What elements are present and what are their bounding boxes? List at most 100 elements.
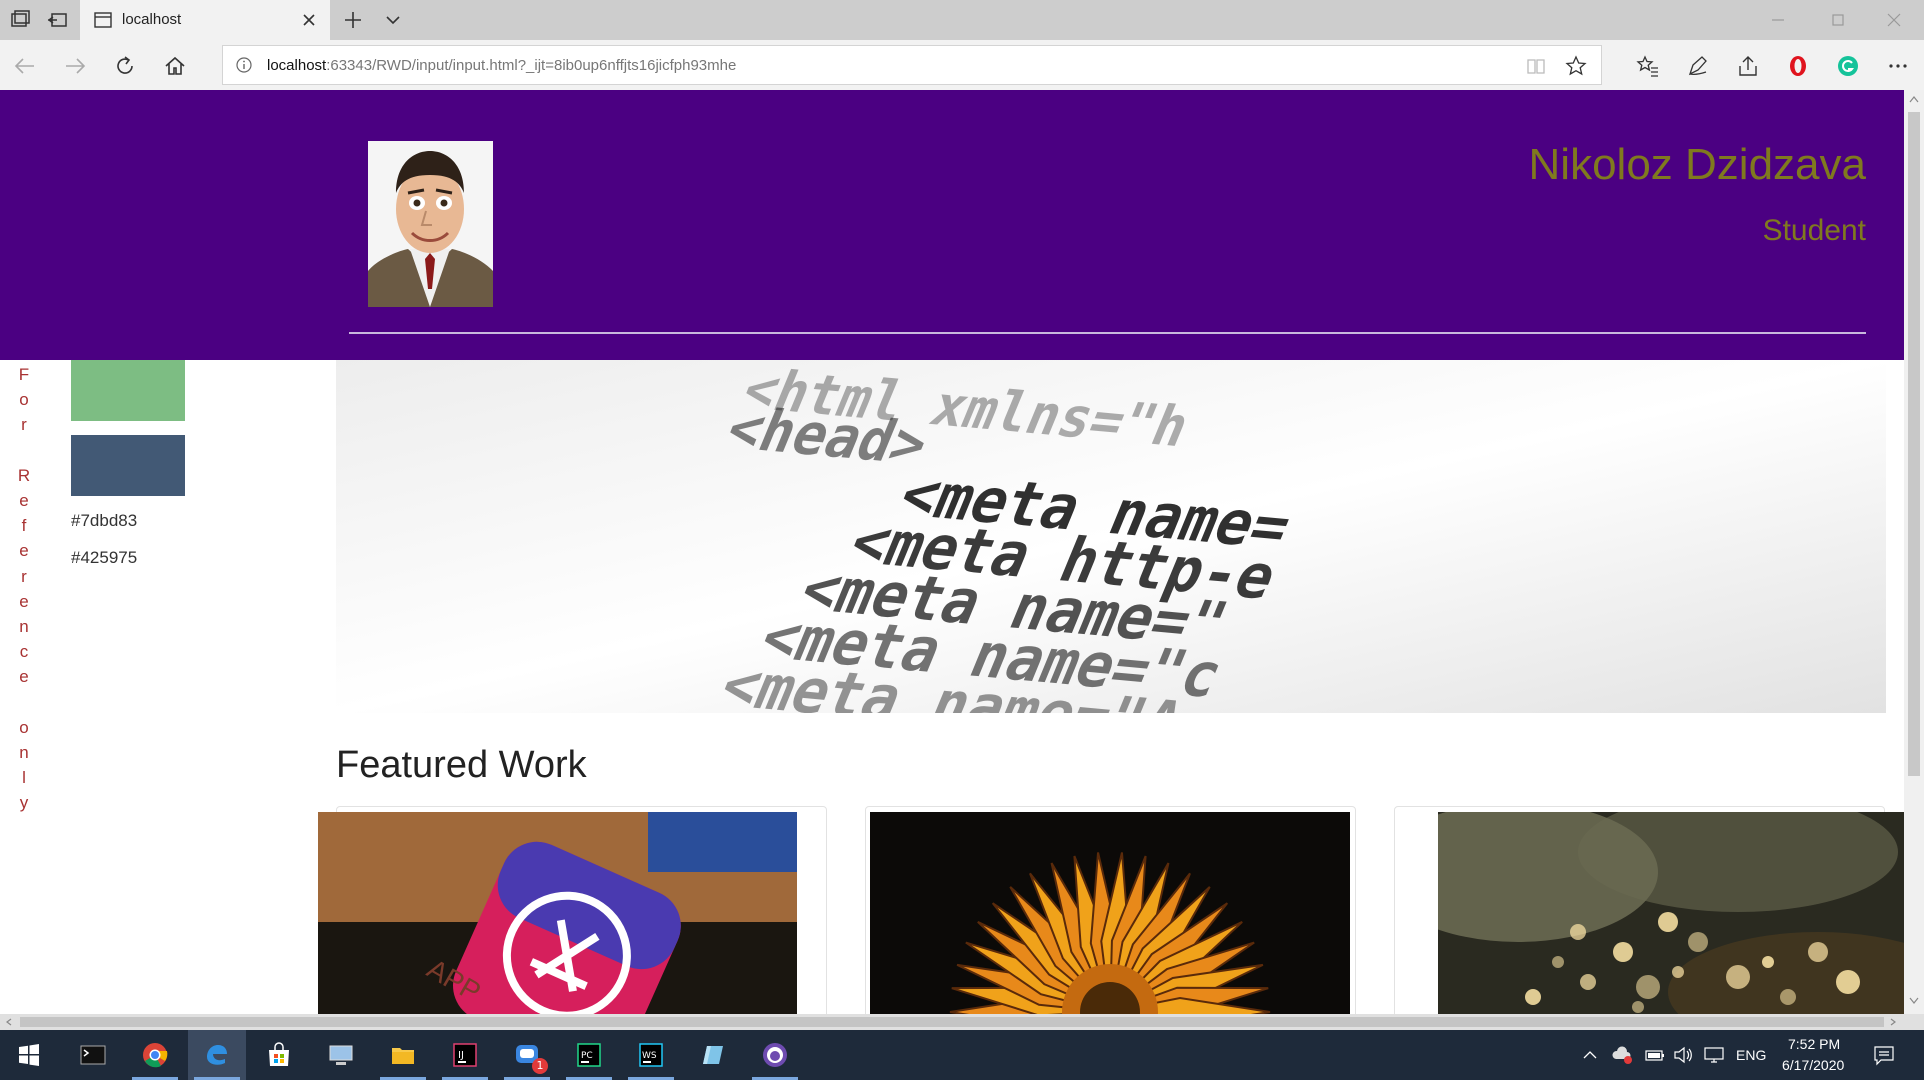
work-image-app-store[interactable]: APP	[318, 812, 797, 1014]
swatch-label-blue: #425975	[71, 548, 138, 567]
work-image-bokeh[interactable]	[1438, 812, 1904, 1014]
site-owner-name: Nikoloz Dzidzava	[1528, 140, 1866, 189]
bokeh-light	[1552, 956, 1564, 968]
refresh-icon[interactable]	[112, 53, 138, 79]
taskbar-file-explorer[interactable]	[374, 1030, 432, 1080]
folder-icon	[392, 1048, 414, 1064]
hero-code-graphic: <html xmlns="h <head> <meta name= <meta …	[336, 360, 1886, 713]
star-icon[interactable]	[1565, 55, 1587, 77]
scroll-left-icon[interactable]	[4, 1017, 14, 1027]
featured-work-heading: Featured Work	[336, 744, 587, 786]
windows-logo-icon	[19, 1044, 39, 1066]
bokeh-light	[1762, 956, 1774, 968]
close-tab-icon[interactable]	[298, 9, 320, 31]
scroll-right-icon[interactable]	[1888, 1017, 1898, 1027]
bokeh-light	[1688, 932, 1708, 952]
home-icon[interactable]	[162, 53, 188, 79]
profile-photo	[368, 141, 493, 307]
bokeh-light	[1808, 942, 1828, 962]
favorites-icon[interactable]	[1636, 54, 1660, 78]
pycharm-icon: PC	[577, 1043, 601, 1067]
share-icon[interactable]	[1736, 54, 1760, 78]
terminal-icon	[80, 1045, 106, 1065]
taskbar-edge[interactable]	[188, 1030, 246, 1080]
hero-image: <html xmlns="h <head> <meta name= <meta …	[336, 360, 1886, 713]
header-divider	[349, 332, 1866, 334]
scroll-down-icon[interactable]	[1908, 996, 1920, 1006]
bokeh-light	[1658, 912, 1678, 932]
computer-icon	[329, 1045, 353, 1065]
pen-icon[interactable]	[1686, 54, 1710, 78]
avatar	[368, 141, 493, 307]
taskbar-webstorm[interactable]: WS	[622, 1030, 680, 1080]
bokeh-light	[1580, 974, 1596, 990]
svg-text:IJ: IJ	[458, 1050, 464, 1061]
minimize-icon[interactable]	[1758, 6, 1798, 34]
taskbar-pycharm[interactable]: PC	[560, 1030, 618, 1080]
new-tab-icon[interactable]	[340, 8, 366, 32]
forward-arrow-icon[interactable]	[62, 53, 88, 79]
windows-taskbar: IJ 1 PC WS ENG 7:52 PM 6/17/2020	[0, 1030, 1924, 1080]
swatch-label-green: #7dbd83	[71, 511, 138, 530]
scroll-up-icon[interactable]	[1908, 94, 1920, 104]
bokeh-light	[1636, 975, 1660, 999]
browser-tab-bar: localhost	[0, 0, 1924, 40]
volume-icon[interactable]	[1672, 1045, 1694, 1065]
clock-date[interactable]: 6/17/2020	[1782, 1057, 1844, 1073]
restore-icon[interactable]	[1818, 6, 1858, 34]
svg-text:PC: PC	[581, 1051, 593, 1061]
horizontal-scroll-thumb[interactable]	[20, 1017, 1884, 1027]
bokeh-light	[1836, 970, 1860, 994]
action-center-icon[interactable]	[1872, 1044, 1896, 1066]
clock-time[interactable]: 7:52 PM	[1788, 1036, 1840, 1052]
chevron-up-icon[interactable]	[1582, 1048, 1598, 1062]
url-host: localhost	[267, 57, 327, 74]
taskbar-terminal[interactable]	[64, 1030, 122, 1080]
input-language[interactable]: ENG	[1736, 1047, 1766, 1063]
edge-icon	[207, 1045, 227, 1065]
url-text[interactable]: localhost:63343/RWD/input/input.html?_ij…	[267, 57, 736, 74]
onedrive-error-icon[interactable]	[1612, 1045, 1634, 1065]
vertical-scroll-thumb[interactable]	[1908, 112, 1920, 776]
bokeh-light	[1672, 966, 1684, 978]
bokeh-light	[1726, 965, 1750, 989]
store-icon	[269, 1042, 289, 1066]
chevron-down-icon[interactable]	[380, 8, 406, 32]
bokeh-light	[1570, 924, 1586, 940]
tab-set-aside-icon[interactable]	[8, 8, 32, 32]
opera-icon[interactable]	[1786, 54, 1810, 78]
color-swatch-green	[71, 360, 185, 421]
start-button[interactable]	[0, 1030, 58, 1080]
taskbar-messenger[interactable]: 1	[498, 1030, 556, 1080]
taskbar-intellij[interactable]: IJ	[436, 1030, 494, 1080]
back-arrow-icon[interactable]	[12, 53, 38, 79]
intellij-icon: IJ	[453, 1043, 477, 1067]
github-icon	[763, 1043, 787, 1067]
color-swatch-blue	[71, 435, 185, 496]
notification-badge: 1	[532, 1058, 548, 1074]
grammarly-icon[interactable]	[1836, 54, 1860, 78]
taskbar-computer[interactable]	[312, 1030, 370, 1080]
info-icon[interactable]	[235, 56, 253, 74]
site-header: Nikoloz Dzidzava Student	[0, 90, 1904, 360]
page-icon	[94, 12, 112, 28]
tab-title: localhost	[122, 11, 182, 28]
reading-view-icon[interactable]	[1525, 55, 1547, 77]
taskbar-notes[interactable]	[684, 1030, 742, 1080]
work-image-flower[interactable]	[870, 812, 1350, 1014]
vertical-scrollbar[interactable]	[1904, 90, 1924, 1014]
page-viewport: Nikoloz Dzidzava Student F o r R e f e r…	[0, 90, 1904, 1014]
close-window-icon[interactable]	[1874, 6, 1914, 34]
more-icon[interactable]	[1886, 54, 1910, 78]
tabs-aside-icon[interactable]	[46, 8, 70, 32]
network-icon[interactable]	[1702, 1045, 1726, 1065]
horizontal-scrollbar[interactable]	[0, 1014, 1924, 1030]
battery-icon[interactable]	[1644, 1046, 1666, 1064]
address-bar[interactable]: localhost:63343/RWD/input/input.html?_ij…	[222, 45, 1602, 85]
taskbar-store[interactable]	[250, 1030, 308, 1080]
bokeh-light	[1613, 942, 1633, 962]
taskbar-github[interactable]	[746, 1030, 804, 1080]
tab-localhost[interactable]: localhost	[80, 0, 330, 40]
taskbar-chrome[interactable]	[126, 1030, 184, 1080]
chrome-icon	[143, 1043, 168, 1068]
